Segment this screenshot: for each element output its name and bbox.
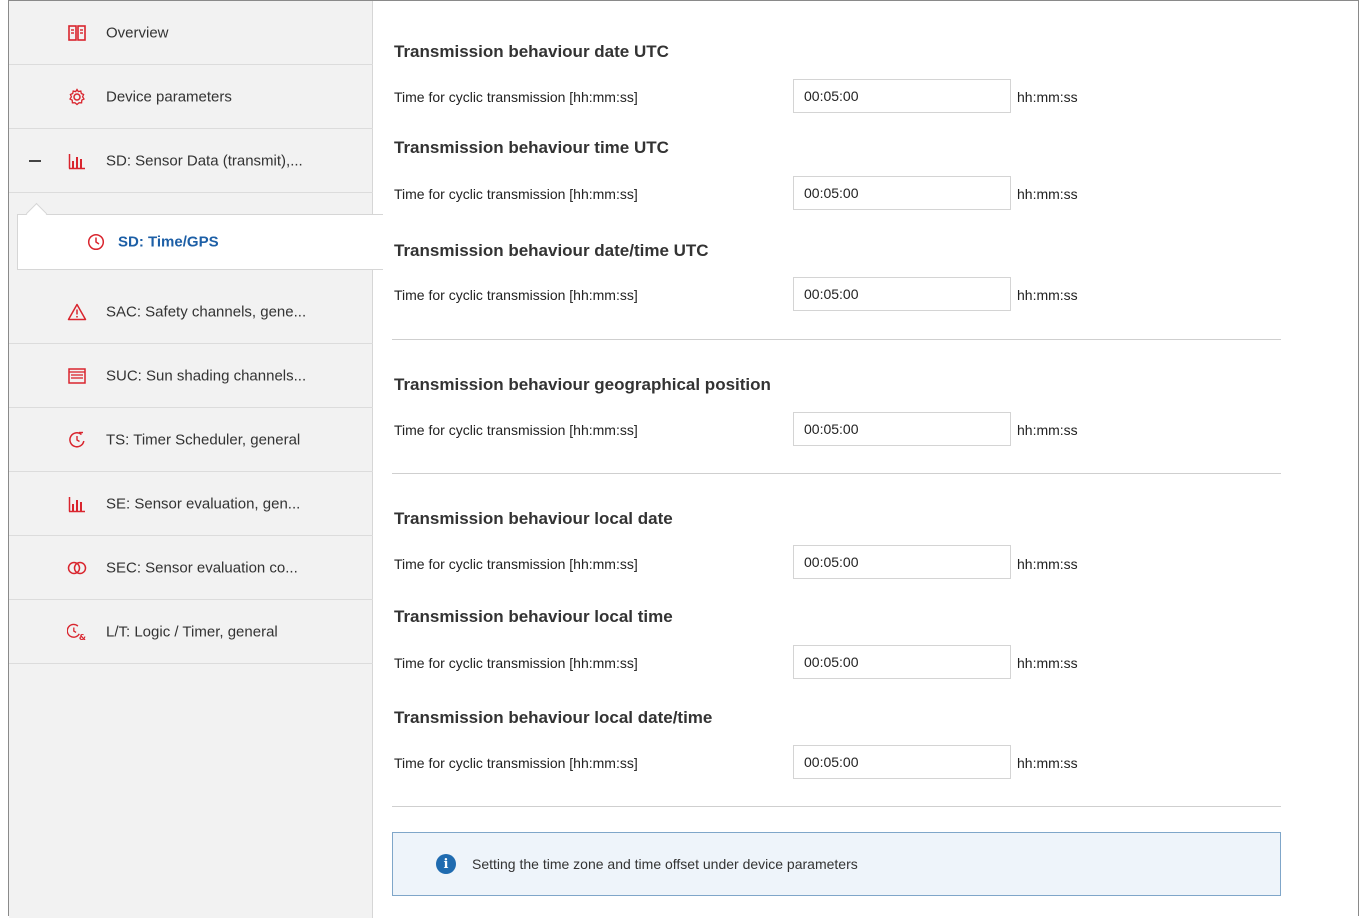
logic-timer-icon: & [67,622,87,642]
field-label: Time for cyclic transmission [hh:mm:ss] [394,89,638,105]
section-divider [392,339,1281,340]
cyclic-time-input-datetime-utc[interactable]: 00:05:00 [793,277,1011,311]
unit-label: hh:mm:ss [1017,186,1078,202]
cyclic-time-input-date-utc[interactable]: 00:05:00 [793,79,1011,113]
sidebar-item-label: SEC: Sensor evaluation co... [106,559,298,576]
unit-label: hh:mm:ss [1017,755,1078,771]
unit-label: hh:mm:ss [1017,422,1078,438]
parameter-panel: Transmission behaviour date UTC Time for… [374,0,1359,918]
field-label: Time for cyclic transmission [hh:mm:ss] [394,287,638,303]
cyclic-time-input-local-datetime[interactable]: 00:05:00 [793,745,1011,779]
info-icon: i [436,854,456,874]
unit-label: hh:mm:ss [1017,556,1078,572]
field-label: Time for cyclic transmission [hh:mm:ss] [394,422,638,438]
blind-icon [67,366,87,386]
field-label: Time for cyclic transmission [hh:mm:ss] [394,556,638,572]
field-label: Time for cyclic transmission [hh:mm:ss] [394,755,638,771]
cyclic-time-input-time-utc[interactable]: 00:05:00 [793,176,1011,210]
cyclic-time-input-local-date[interactable]: 00:05:00 [793,545,1011,579]
sidebar-item-timer-scheduler[interactable]: TS: Timer Scheduler, general [9,408,373,472]
gear-icon [67,87,87,107]
collapse-icon[interactable] [29,159,41,162]
sidebar-item-sensor-evaluation-co[interactable]: SEC: Sensor evaluation co... [9,536,373,600]
unit-label: hh:mm:ss [1017,287,1078,303]
sidebar-item-label: Device parameters [106,88,232,105]
info-text: Setting the time zone and time offset un… [472,856,858,872]
book-icon [67,23,87,43]
sidebar-item-label: SUC: Sun shading channels... [106,367,307,384]
bar-chart-icon [67,151,87,171]
sidebar-item-sensor-evaluation[interactable]: SE: Sensor evaluation, gen... [9,472,373,536]
sidebar-item-label: TS: Timer Scheduler, general [106,431,301,448]
section-title: Transmission behaviour date/time UTC [394,241,709,260]
sidebar-item-label: L/T: Logic / Timer, general [106,623,278,640]
info-box: i Setting the time zone and time offset … [392,832,1281,896]
sidebar-item-label: SE: Sensor evaluation, gen... [106,495,301,512]
cyclic-time-input-geo-position[interactable]: 00:05:00 [793,412,1011,446]
linked-rings-icon [67,558,87,578]
timer-icon [67,430,87,450]
sidebar-item-label: Overview [106,24,169,41]
bar-chart-icon [67,494,87,514]
section-divider [392,806,1281,807]
section-divider [392,473,1281,474]
sidebar-item-label: SAC: Safety channels, gene... [106,303,307,320]
sidebar-item-device-parameters[interactable]: Device parameters [9,65,373,129]
section-title: Transmission behaviour date UTC [394,42,669,61]
warning-icon [67,302,87,322]
section-title: Transmission behaviour geographical posi… [394,375,771,394]
section-title: Transmission behaviour local date/time [394,708,713,727]
sidebar-item-label: SD: Time/GPS [118,233,219,251]
sidebar-item-label: SD: Sensor Data (transmit),... [106,152,303,169]
sidebar-item-sun-shading[interactable]: SUC: Sun shading channels... [9,344,373,408]
sidebar: Overview Device parameters SD: Sensor Da… [9,1,383,918]
svg-text:&: & [79,632,86,642]
clock-icon [86,232,106,252]
sidebar-item-time-gps[interactable]: SD: Time/GPS [17,214,383,270]
field-label: Time for cyclic transmission [hh:mm:ss] [394,655,638,671]
sidebar-item-safety-channels[interactable]: SAC: Safety channels, gene... [9,280,373,344]
sidebar-item-overview[interactable]: Overview [9,1,373,65]
sidebar-item-sensor-data[interactable]: SD: Sensor Data (transmit),... [9,129,373,193]
field-label: Time for cyclic transmission [hh:mm:ss] [394,186,638,202]
section-title: Transmission behaviour local date [394,509,673,528]
unit-label: hh:mm:ss [1017,89,1078,105]
sidebar-item-logic-timer[interactable]: & L/T: Logic / Timer, general [9,600,373,664]
cyclic-time-input-local-time[interactable]: 00:05:00 [793,645,1011,679]
section-title: Transmission behaviour local time [394,607,673,626]
section-title: Transmission behaviour time UTC [394,138,669,157]
unit-label: hh:mm:ss [1017,655,1078,671]
